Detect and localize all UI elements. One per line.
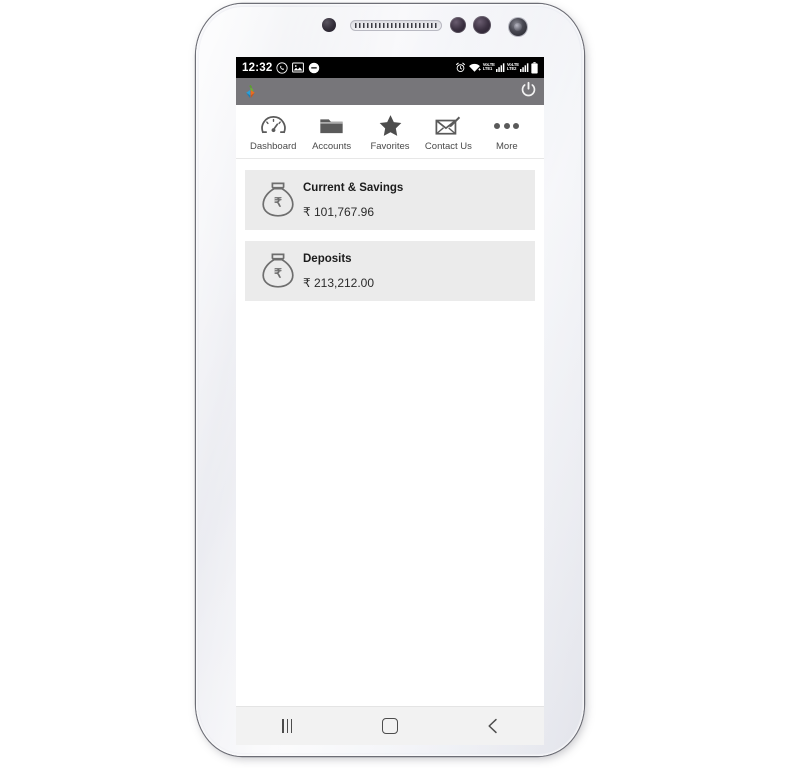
front-sensor-icon: [450, 17, 466, 33]
status-bar-right-group: VoLTE LTE1 VoLTE LTE2: [455, 61, 538, 74]
account-card-current-savings[interactable]: ₹ Current & Savings ₹ 101,767.96: [245, 170, 535, 230]
svg-text:₹: ₹: [274, 196, 282, 210]
notification-circle-icon: [309, 62, 320, 73]
account-card-text: Deposits ₹ 213,212.00: [301, 253, 374, 290]
volte-lte2-label: VoLTE LTE2: [506, 61, 519, 71]
star-icon: [378, 114, 403, 137]
signal-bars-2-icon: [520, 63, 529, 72]
nav-label-dashboard: Dashboard: [249, 141, 297, 152]
status-bar-clock: 12:32: [242, 61, 273, 74]
recents-icon[interactable]: [259, 711, 315, 741]
wifi-icon: [468, 63, 481, 72]
volte-lte2-signal-icon: VoLTE LTE2: [506, 61, 529, 72]
money-bag-rupee-icon: ₹: [255, 252, 301, 290]
phone-screen: 12:32 VoLTE LTE1 VoLTE LTE2 Dashboard Ac…: [236, 57, 544, 745]
android-status-bar: 12:32 VoLTE LTE1 VoLTE LTE2: [236, 57, 544, 78]
top-navigation-bar: Dashboard Accounts Favorites Contact Us …: [236, 105, 544, 159]
envelope-pen-icon: [435, 114, 461, 137]
volte-lte1-signal-icon: VoLTE LTE1: [482, 61, 505, 72]
nav-label-more: More: [496, 141, 518, 152]
battery-icon: [531, 61, 538, 73]
gallery-image-icon: [292, 62, 305, 73]
volte-lte1-label: VoLTE LTE1: [482, 61, 495, 71]
account-title: Deposits: [303, 252, 352, 265]
account-amount: ₹ 101,767.96: [303, 204, 375, 219]
back-icon[interactable]: [465, 711, 521, 741]
account-card-text: Current & Savings ₹ 101,767.96: [301, 182, 403, 219]
account-title: Current & Savings: [303, 181, 404, 194]
signal-bars-1-icon: [495, 63, 505, 72]
speaker-grille: [355, 23, 437, 28]
earpiece-speaker: [350, 20, 442, 31]
front-camera-icon: [473, 16, 491, 34]
dashboard-content: ₹ Current & Savings ₹ 101,767.96 ₹ Depos…: [236, 159, 544, 745]
three-dots-icon: [494, 114, 520, 137]
nav-label-contact-us: Contact Us: [424, 141, 472, 152]
bank-brand-logo[interactable]: [243, 84, 258, 99]
speedometer-icon: [261, 114, 286, 137]
proximity-sensor-icon: [322, 18, 336, 32]
nav-item-contact-us[interactable]: Contact Us: [419, 114, 477, 152]
nav-item-accounts[interactable]: Accounts: [302, 114, 360, 152]
nav-item-favorites[interactable]: Favorites: [361, 114, 419, 152]
android-navigation-bar: [236, 706, 544, 745]
nav-item-dashboard[interactable]: Dashboard: [244, 114, 302, 152]
folder-icon: [319, 114, 344, 137]
alarm-icon: [455, 62, 465, 72]
money-bag-rupee-icon: ₹: [255, 181, 301, 219]
status-bar-left-group: 12:32: [242, 62, 320, 74]
whatsapp-icon: [276, 61, 288, 74]
app-header-bar: [236, 78, 544, 105]
secondary-camera-icon: [509, 18, 527, 36]
svg-text:₹: ₹: [274, 267, 282, 281]
account-amount: ₹ 213,212.00: [303, 275, 375, 290]
nav-label-favorites: Favorites: [370, 141, 410, 152]
home-icon[interactable]: [362, 711, 418, 741]
power-logout-icon[interactable]: [520, 81, 537, 103]
nav-item-more[interactable]: More: [478, 114, 536, 152]
account-card-deposits[interactable]: ₹ Deposits ₹ 213,212.00: [245, 241, 535, 301]
nav-label-accounts: Accounts: [312, 141, 352, 152]
